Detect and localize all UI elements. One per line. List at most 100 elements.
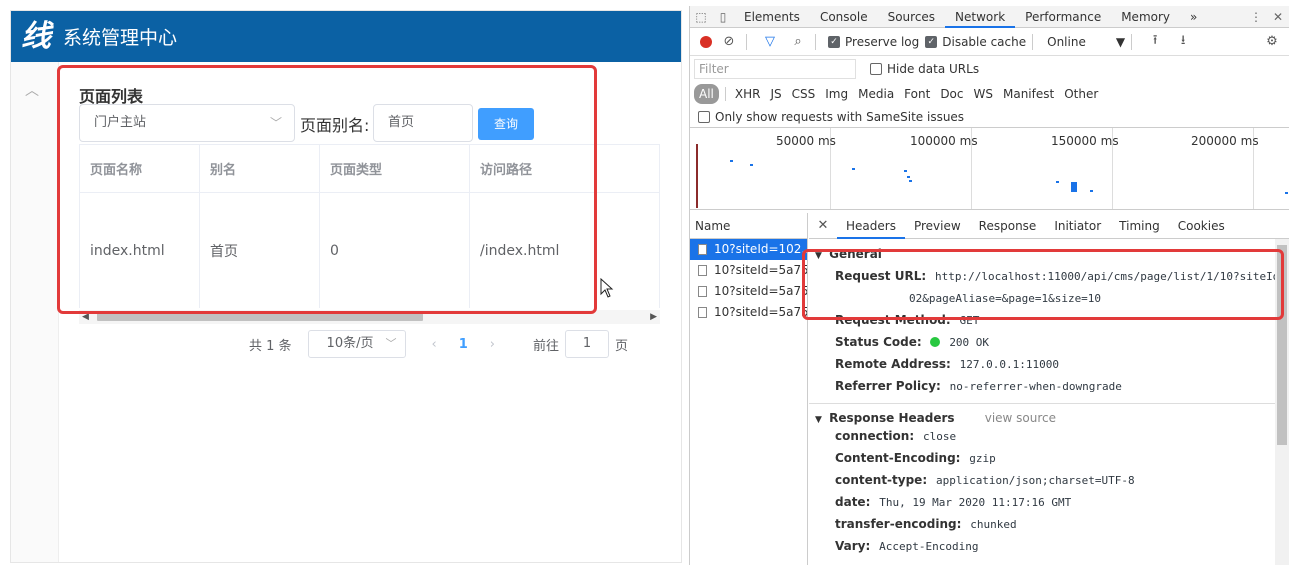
tab-sources[interactable]: Sources [878,6,945,28]
detail-vertical-scrollbar[interactable] [1275,239,1289,565]
request-item[interactable]: 10?siteId=5a75... [690,281,807,302]
more-tabs-icon[interactable]: » [1180,6,1207,28]
tab-headers[interactable]: Headers [837,213,905,239]
tab-preview[interactable]: Preview [905,213,970,239]
table-row[interactable]: index.html 首页 0 /index.html [80,193,660,308]
tab-performance[interactable]: Performance [1015,6,1111,28]
view-source-link[interactable]: view source [985,411,1056,425]
chevron-down-icon: ﹀ [269,116,282,130]
cms-app-window: 线 系统管理中心 ︿ 页面列表 门户主站 ﹀ 页面别名: 首页 查询 页面名称 … [10,10,682,563]
type-filter-js[interactable]: JS [765,84,786,104]
tab-console[interactable]: Console [810,6,878,28]
page-number-current[interactable]: 1 [459,337,468,352]
site-select[interactable]: 门户主站 ﹀ [79,104,295,142]
column-header[interactable]: 页面类型 [320,145,470,192]
type-filter-font[interactable]: Font [899,84,935,104]
query-button[interactable]: 查询 [478,108,534,140]
type-filter-media[interactable]: Media [853,84,899,104]
throttling-select[interactable]: Online ▼ [1047,35,1125,49]
timeline-label: 50000 ms [776,134,836,148]
prev-page-button[interactable]: ‹ [432,337,437,352]
preserve-log-checkbox[interactable]: ✓ Preserve log [828,35,919,49]
type-filter-other[interactable]: Other [1059,84,1103,104]
goto-page-input[interactable]: 1 [565,330,610,358]
next-page-button[interactable]: › [490,337,495,352]
type-filter-css[interactable]: CSS [787,84,821,104]
pagination: 共 1 条 10条/页 ﹀ ‹ 1 › 前往 1 页 [249,330,628,358]
divider [1131,33,1133,50]
app-header: 线 系统管理中心 [11,11,681,62]
type-filter-xhr[interactable]: XHR [730,84,766,104]
close-icon[interactable]: ✕ [809,218,837,233]
document-icon [698,244,707,255]
timeline-request-mark [730,160,733,162]
site-select-value: 门户主站 [94,115,147,130]
chevron-up-icon[interactable]: ︿ [25,80,39,100]
headers-content: ▼ General Request URL: http://localhost:… [809,239,1275,565]
request-item[interactable]: 10?siteId=102... [690,239,807,260]
page-size-select[interactable]: 10条/页 ﹀ [307,330,406,358]
tab-response[interactable]: Response [970,213,1046,239]
scroll-right-icon[interactable]: ▶ [650,310,657,324]
kebab-menu-icon[interactable]: ⋮ [1245,10,1267,24]
name-column-header[interactable]: Name [690,213,807,239]
page-table: 页面名称 别名 页面类型 访问路径 index.html 首页 0 /index… [79,144,660,308]
type-filter-manifest[interactable]: Manifest [998,84,1059,104]
response-headers-title: Response Headers [829,411,955,425]
timeline-request-mark [852,168,855,170]
request-name: 10?siteId=5a75... [714,284,807,298]
type-filter-img[interactable]: Img [820,84,853,104]
divider [746,33,747,50]
import-har-icon[interactable]: ⭱ [1144,31,1166,53]
search-icon[interactable]: ⌕ [787,34,809,49]
samesite-filter-checkbox[interactable]: Only show requests with SameSite issues [690,106,1289,128]
type-filter-doc[interactable]: Doc [935,84,968,104]
device-toolbar-icon[interactable]: ▯ [712,10,734,24]
response-headers-section-toggle[interactable]: ▼ Response Headers view source [809,403,1275,425]
request-name: 10?siteId=5a75... [714,305,807,319]
network-overview-timeline[interactable]: 50000 ms 100000 ms 150000 ms 200000 ms [690,128,1289,210]
tab-network[interactable]: Network [945,6,1016,28]
resource-type-filter: All XHR JS CSS Img Media Font Doc WS Man… [690,82,1289,106]
column-header[interactable]: 页面名称 [80,145,200,192]
tab-timing[interactable]: Timing [1110,213,1169,239]
inspect-element-icon[interactable]: ⬚ [690,10,712,24]
disable-cache-checkbox[interactable]: ✓ Disable cache [925,35,1026,49]
gear-icon[interactable]: ⚙ [1261,34,1283,49]
tab-elements[interactable]: Elements [734,6,810,28]
scrollbar-thumb[interactable] [97,313,423,321]
timeline-request-mark [909,180,912,182]
scrollbar-thumb[interactable] [1277,245,1287,445]
document-icon [698,307,707,318]
tab-memory[interactable]: Memory [1111,6,1180,28]
tab-cookies[interactable]: Cookies [1169,213,1234,239]
record-icon[interactable] [700,35,712,48]
column-header[interactable]: 访问路径 [470,145,660,192]
type-filter-all[interactable]: All [694,84,719,104]
export-har-icon[interactable]: ⭳ [1172,31,1194,53]
triangle-down-icon: ▼ [815,251,822,261]
table-cell: /index.html [470,193,660,308]
checkbox-checked-icon: ✓ [828,35,840,48]
type-filter-ws[interactable]: WS [969,84,998,104]
request-item[interactable]: 10?siteId=5a75... [690,302,807,323]
header-key: date: [835,495,871,509]
request-item[interactable]: 10?siteId=5a75... [690,260,807,281]
request-area: Name 10?siteId=102... 10?siteId=5a75... … [690,213,1289,565]
table-cell: 首页 [200,193,320,308]
alias-input[interactable]: 首页 [373,104,473,142]
close-icon[interactable]: ✕ [1267,10,1289,24]
goto-label: 前往 [533,338,560,354]
scroll-left-icon[interactable]: ◀ [82,310,89,324]
tab-initiator[interactable]: Initiator [1045,213,1110,239]
table-cell: index.html [80,193,200,308]
clear-icon[interactable]: ⊘ [718,34,740,49]
dropdown-arrow-icon: ▼ [1115,34,1126,49]
filter-icon[interactable]: ▽ [759,34,781,49]
general-section-toggle[interactable]: ▼ General [809,243,1275,265]
hide-data-urls-checkbox[interactable]: Hide data URLs [870,62,979,76]
column-header[interactable]: 别名 [200,145,320,192]
table-horizontal-scrollbar[interactable]: ◀ ▶ [79,310,660,324]
timeline-label: 100000 ms [910,134,978,148]
filter-input[interactable]: Filter [694,59,856,79]
